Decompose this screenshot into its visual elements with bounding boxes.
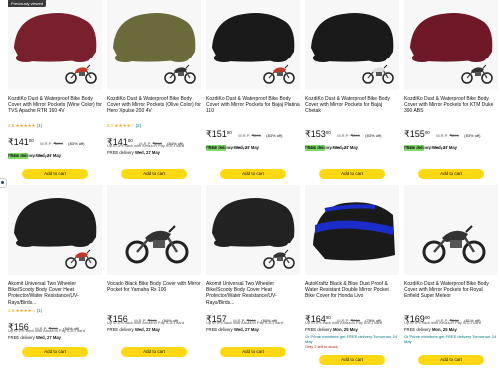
product-title[interactable]: KozdiKo Dust & Waterproof Bike Body Cove… — [305, 96, 399, 121]
add-to-cart-button[interactable]: Add to cart — [22, 347, 88, 357]
product-title[interactable]: KozdiKo Dust & Waterproof Bike Body Cove… — [404, 281, 498, 306]
price-line: ₹15500 M.R.P: ₹899 (83% off) — [404, 124, 498, 139]
product-card[interactable]: KozdiKo Dust & Waterproof Bike Body Cove… — [404, 0, 498, 180]
star-rating-icon: 4.8 ★★★★★ — [8, 123, 36, 128]
product-card[interactable]: Akomit Universal Two Wheeler Bike/Scooty… — [8, 185, 102, 365]
delivery-info: FREE delivery Wed, 27 May — [305, 145, 358, 150]
product-grid: Previously viewed KozdiKo Dust & Waterpr… — [8, 0, 498, 373]
product-image — [422, 225, 486, 264]
previously-viewed-badge: Previously viewed — [8, 0, 47, 7]
product-row: Akomit Universal Two Wheeler Bike/Scooty… — [8, 185, 498, 365]
product-title[interactable]: Vocado Black Bike Body Cover with Mirror… — [107, 281, 201, 306]
delivery-info: FREE delivery Wed, 27 May — [404, 145, 457, 150]
cashback-offer: Up to 5% back with Amazon Pay ICICI card — [404, 320, 481, 325]
product-card[interactable]: Vocado Black Bike Body Cover with Mirror… — [107, 185, 201, 365]
product-thumbnail[interactable] — [206, 185, 300, 275]
product-card[interactable]: KozdiKo Dust & Waterproof Bike Body Cove… — [107, 0, 201, 180]
discount-percent: (83% off) — [266, 133, 283, 138]
product-image — [313, 202, 395, 261]
rating-count[interactable]: (1) — [37, 123, 43, 128]
product-title[interactable]: KozdiKo Dust & Waterproof Bike Body Cove… — [107, 96, 201, 121]
price-line: ₹14100 M.R.P: ₹899 (84% off) — [107, 132, 201, 147]
product-title[interactable]: Akomit Universal Two Wheeler Bike/Scooty… — [206, 281, 300, 306]
side-scroll-handle[interactable] — [0, 178, 7, 188]
product-card[interactable]: Akomit Universal Two Wheeler Bike/Scooty… — [206, 185, 300, 365]
product-thumbnail[interactable] — [404, 0, 498, 90]
delivery-info: FREE delivery Mon, 25 May — [404, 327, 457, 332]
product-thumbnail[interactable] — [404, 185, 498, 275]
star-rating-icon: 3.6 ★★★★☆ — [8, 308, 36, 313]
product-title[interactable]: AutoKraftz Black & Blue Dust Proof & Wat… — [305, 281, 399, 306]
product-thumbnail[interactable] — [107, 185, 201, 275]
price-line: ₹14100 M.R.P: ₹899 (83% off) — [8, 132, 102, 147]
delivery-info: FREE delivery Wed, 27 May — [206, 327, 259, 332]
product-card[interactable]: KozdiKo Dust & Waterproof Bike Body Cove… — [206, 0, 300, 180]
rating-count[interactable]: (2) — [136, 123, 142, 128]
product-thumbnail[interactable] — [107, 0, 201, 90]
delivery-info: FREE delivery Wed, 27 May — [8, 335, 61, 340]
add-to-cart-button[interactable]: Add to cart — [22, 169, 88, 179]
product-title[interactable]: KozdiKo Dust & Waterproof Bike Body Cove… — [206, 96, 300, 121]
star-rating-icon: 4.1 ★★★★☆ — [107, 123, 135, 128]
product-image — [212, 198, 295, 269]
add-to-cart-button[interactable]: Add to cart — [220, 347, 286, 357]
add-to-cart-button[interactable]: Add to cart — [418, 355, 484, 365]
discount-percent: (83% off) — [464, 133, 481, 138]
add-to-cart-button[interactable]: Add to cart — [319, 355, 385, 365]
cashback-offer: Up to 5% back with Amazon Pay ICICI card — [206, 320, 283, 325]
prime-delivery-info: Or Prime members get FREE delivery Tomor… — [305, 334, 398, 344]
price-line: ₹15300 M.R.P: ₹899 (83% off) — [305, 124, 399, 139]
discount-percent: (83% off) — [365, 133, 382, 138]
rating-stars[interactable]: 3.6 ★★★★☆(1) — [8, 308, 102, 314]
cashback-offer: Up to 5% back with Amazon Pay ICICI card — [8, 328, 85, 333]
price-line: ₹156 M.R.P: ₹999 (84% off) — [107, 309, 201, 324]
delivery-info: FREE delivery Wed, 27 May — [206, 145, 259, 150]
delivery-info: FREE delivery Wed, 27 May — [8, 153, 61, 158]
price-line: ₹16400 M.R.P: ₹799 (79% off) — [305, 309, 399, 324]
prime-delivery-info: Or Prime members get FREE delivery Tomor… — [404, 334, 497, 344]
product-thumbnail[interactable] — [305, 185, 399, 275]
rating-stars[interactable]: 4.8 ★★★★★(1) — [8, 123, 102, 129]
product-thumbnail[interactable] — [206, 0, 300, 90]
product-thumbnail[interactable] — [305, 0, 399, 90]
product-title[interactable]: KozdiKo Dust & Waterproof Bike Body Cove… — [8, 96, 102, 121]
price-line: ₹156 M.R.P: ₹999 (84% off) — [8, 317, 102, 332]
price-line: ₹157 M.R.P: ₹999 (84% off) — [206, 309, 300, 324]
add-to-cart-button[interactable]: Add to cart — [220, 169, 286, 179]
delivery-info: FREE delivery Mon, 25 May — [305, 327, 358, 332]
price-line: ₹15100 M.R.P: ₹899 (83% off) — [206, 124, 300, 139]
product-card[interactable]: KozdiKo Dust & Waterproof Bike Body Cove… — [305, 0, 399, 180]
cashback-offer: Up to 5% back with Amazon Pay ICICI card — [107, 143, 184, 148]
product-thumbnail[interactable] — [8, 185, 102, 275]
cashback-offer: Up to 5% back with Amazon Pay ICICI card — [107, 320, 184, 325]
product-image — [212, 13, 295, 84]
price-line: ₹16900 M.R.P: ₹899 (81% off) — [404, 309, 498, 324]
add-to-cart-button[interactable]: Add to cart — [418, 169, 484, 179]
delivery-info: FREE delivery Wed, 27 May — [107, 327, 160, 332]
discount-percent: (83% off) — [68, 141, 85, 146]
product-image — [113, 13, 196, 84]
dot-icon — [1, 181, 4, 184]
add-to-cart-button[interactable]: Add to cart — [121, 169, 187, 179]
product-image — [125, 225, 189, 264]
product-title[interactable]: KozdiKo Dust & Waterproof Bike Body Cove… — [404, 96, 498, 121]
stock-warning: Only 2 left in stock. — [305, 344, 339, 349]
add-to-cart-button[interactable]: Add to cart — [121, 347, 187, 357]
product-image — [14, 13, 97, 84]
rating-stars[interactable]: 4.1 ★★★★☆(2) — [107, 123, 201, 129]
product-title[interactable]: Akomit Universal Two Wheeler Bike/Scooty… — [8, 281, 102, 306]
rating-count[interactable]: (1) — [37, 308, 43, 313]
product-image — [14, 198, 97, 269]
cashback-offer: Up to 5% back with Amazon Pay ICICI card — [305, 320, 382, 325]
product-thumbnail[interactable]: Previously viewed — [8, 0, 102, 90]
product-card[interactable]: AutoKraftz Black & Blue Dust Proof & Wat… — [305, 185, 399, 365]
product-card[interactable]: KozdiKo Dust & Waterproof Bike Body Cove… — [404, 185, 498, 365]
product-image — [311, 13, 394, 84]
product-card[interactable]: Previously viewed KozdiKo Dust & Waterpr… — [8, 0, 102, 180]
product-image — [410, 13, 493, 84]
product-row: Previously viewed KozdiKo Dust & Waterpr… — [8, 0, 498, 180]
delivery-info: FREE delivery Wed, 27 May — [107, 150, 160, 155]
add-to-cart-button[interactable]: Add to cart — [319, 169, 385, 179]
